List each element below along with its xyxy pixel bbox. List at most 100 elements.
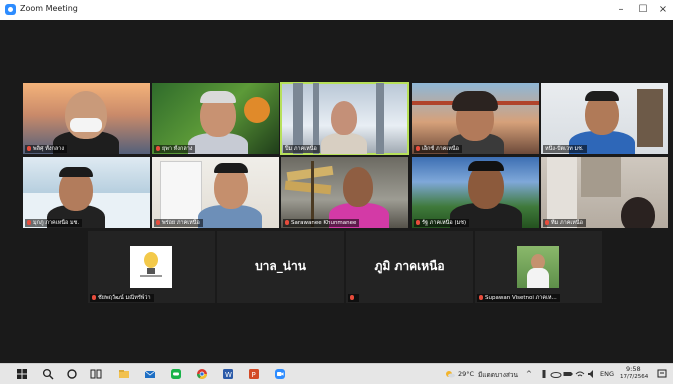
video-tile[interactable]: พร่อย ภาคเหนือ: [152, 157, 279, 228]
chevron-up-icon[interactable]: ^: [526, 370, 532, 378]
participant-hair: [585, 91, 619, 101]
participant-name: Supawan Visetnoi ภาคเห...: [477, 294, 560, 302]
participant-name: พลิศุ ทั้งกลาง: [25, 145, 68, 153]
windows-start-icon[interactable]: [16, 368, 28, 380]
bookshelf-decoration: [637, 89, 663, 147]
file-explorer-icon[interactable]: [118, 368, 130, 380]
participant-display-name: ภูมิ ภาคเหนือ: [374, 259, 445, 273]
zoom-taskbar-icon[interactable]: [274, 368, 286, 380]
task-view-icon[interactable]: [90, 368, 102, 380]
participant-name: [348, 294, 359, 302]
window-frame: [313, 83, 319, 154]
clock-date[interactable]: 17/7/2564: [620, 374, 648, 380]
signpost-pole: [311, 161, 314, 227]
video-tile[interactable]: มุกภู ภาคเหนือ มช.: [23, 157, 150, 228]
participant-hair: [452, 91, 498, 111]
zoom-app-icon: [5, 4, 16, 15]
avatar-text-line: [140, 275, 162, 277]
video-tile-active-speaker[interactable]: ปิ้ม ภาคเหนือ: [280, 82, 409, 155]
line-app-icon[interactable]: [170, 368, 182, 380]
door-decoration: [160, 161, 202, 223]
mic-muted-icon: [479, 295, 483, 300]
signpost-decoration: [284, 180, 332, 195]
weather-description[interactable]: มีแดดบางส่วน: [478, 370, 518, 380]
participant-avatar: [517, 246, 559, 288]
participant-figure: [321, 133, 367, 154]
participant-avatar: [130, 246, 172, 288]
wall-decoration: [581, 157, 621, 197]
participant-name: ทีม ภาคเหนือ: [543, 219, 586, 227]
meeting-area: พลิศุ ทั้งกลาง ยุพา ทั้งกลาง ปิ้ม ภาคเหน…: [0, 20, 673, 363]
signpost-decoration: [286, 165, 334, 182]
participant-hair: [214, 163, 248, 173]
clock-time[interactable]: 9:58: [626, 365, 641, 373]
mail-icon[interactable]: [144, 368, 156, 380]
participant-hair: [200, 91, 236, 103]
no-video-tile[interactable]: Supawan Visetnoi ภาคเห...: [475, 231, 602, 303]
participant-name: หนึ่ง-ปัตเวท มช.: [543, 145, 587, 153]
close-button[interactable]: ×: [652, 2, 673, 18]
mic-muted-icon: [92, 295, 96, 300]
participant-display-name: บาล_น่าน: [255, 259, 306, 273]
participant-figure: [527, 268, 549, 288]
cortana-icon[interactable]: [66, 368, 78, 380]
powerpoint-icon[interactable]: P: [248, 368, 260, 380]
mic-muted-icon: [27, 220, 31, 225]
chrome-icon[interactable]: [196, 368, 208, 380]
svg-text:P: P: [252, 371, 256, 379]
notification-center-icon[interactable]: [656, 368, 668, 380]
video-tile[interactable]: รัฐ ภาคเหนือ (มช): [412, 157, 539, 228]
onedrive-icon[interactable]: [550, 368, 562, 380]
video-tile[interactable]: Sarawanee Khunmanee: [281, 157, 408, 228]
window-decoration: [547, 157, 577, 228]
mic-muted-icon: [545, 220, 549, 225]
participant-hair: [468, 161, 504, 171]
lightbulb-icon: [144, 252, 158, 268]
no-video-tile[interactable]: บาล_น่าน: [217, 231, 344, 303]
participant-figure: [331, 101, 357, 135]
window-title: Zoom Meeting: [20, 4, 78, 13]
mic-muted-icon: [285, 220, 289, 225]
taskbar: W P 29°C มีแดดบางส่วน ^ ENG 9:58 17/7/25…: [0, 363, 673, 384]
usb-icon[interactable]: [538, 368, 550, 380]
svg-text:W: W: [225, 371, 232, 379]
window-frame: [376, 83, 384, 154]
video-tile[interactable]: หนึ่ง-ปัตเวท มช.: [541, 83, 668, 154]
battery-icon[interactable]: [562, 368, 574, 380]
search-icon[interactable]: [42, 368, 54, 380]
no-video-tile[interactable]: ภูมิ ภาคเหนือ: [346, 231, 473, 303]
mic-muted-icon: [156, 220, 160, 225]
participant-name: Sarawanee Khunmanee: [283, 219, 360, 227]
mic-muted-icon: [416, 220, 420, 225]
video-tile[interactable]: ทีม ภาคเหนือ: [541, 157, 668, 228]
participant-name: ปิ้ม ภาคเหนือ: [283, 145, 320, 153]
mic-muted-icon: [416, 146, 420, 151]
participant-name: รัฐ ภาคเหนือ (มช): [414, 219, 470, 227]
video-tile[interactable]: ยุพา ทั้งกลาง: [152, 83, 279, 154]
video-tile[interactable]: พลิศุ ทั้งกลาง: [23, 83, 150, 154]
weather-temperature[interactable]: 29°C: [458, 370, 474, 378]
butterfly-decoration: [244, 97, 270, 123]
weather-sun-icon: [446, 371, 455, 378]
face-mask: [70, 118, 102, 132]
mic-muted-icon: [27, 146, 31, 151]
title-bar: Zoom Meeting – ☐ ×: [0, 0, 673, 21]
participant-name: มุกภู ภาคเหนือ มช.: [25, 219, 83, 227]
video-tile[interactable]: เอ็กซ์ ภาคเหนือ: [412, 83, 539, 154]
participant-name: ชัยพฤวัฒน์ มณีทรัพ์ว่า: [90, 294, 154, 302]
language-indicator[interactable]: ENG: [600, 370, 614, 378]
no-video-tile[interactable]: ชัยพฤวัฒน์ มณีทรัพ์ว่า: [88, 231, 215, 303]
mic-muted-icon: [156, 146, 160, 151]
word-icon[interactable]: W: [222, 368, 234, 380]
participant-figure: [621, 197, 655, 228]
participant-name: พร่อย ภาคเหนือ: [154, 219, 203, 227]
volume-icon[interactable]: [586, 368, 598, 380]
mic-muted-icon: [350, 295, 354, 300]
participant-figure: [343, 167, 373, 207]
minimize-button[interactable]: –: [610, 2, 632, 18]
maximize-button[interactable]: ☐: [632, 2, 654, 18]
participant-name: เอ็กซ์ ภาคเหนือ: [414, 145, 462, 153]
lightbulb-base: [147, 268, 155, 274]
wifi-icon[interactable]: [574, 368, 586, 380]
window-frame: [293, 83, 303, 154]
